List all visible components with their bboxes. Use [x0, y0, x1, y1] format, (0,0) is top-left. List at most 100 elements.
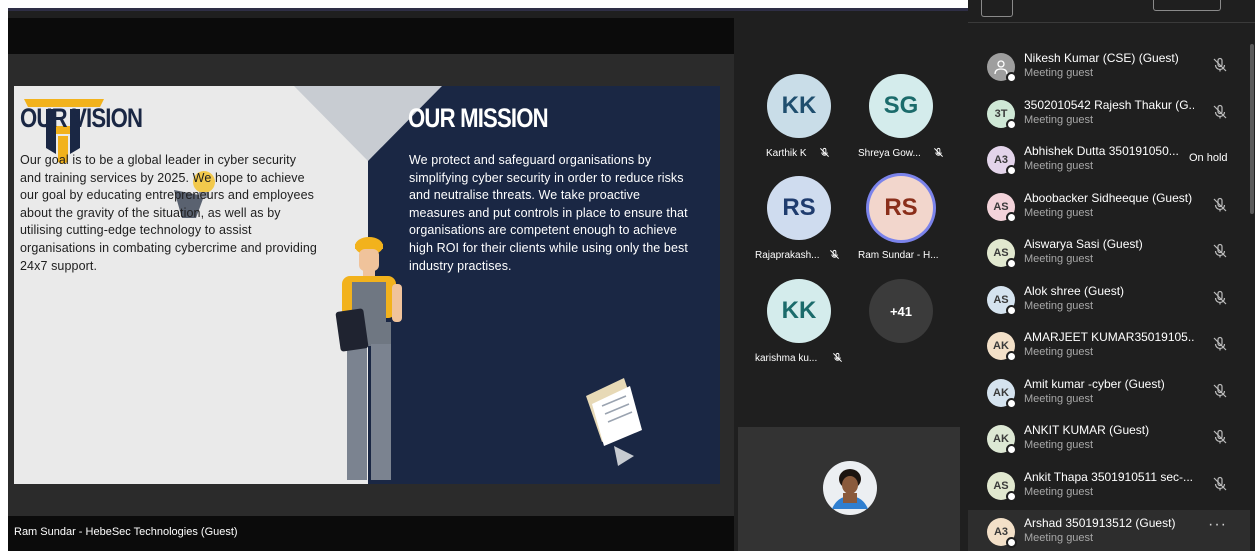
participant-name: Abhishek Dutta 350191050...: [1024, 144, 1179, 158]
participant-name: AMARJEET KUMAR35019105...: [1024, 330, 1194, 344]
participant-row[interactable]: A3 Abhishek Dutta 350191050... Meeting g…: [968, 138, 1250, 184]
participant-role: Meeting guest: [1024, 532, 1094, 544]
panel-action-button[interactable]: [1153, 0, 1221, 11]
vision-text: Our goal is to be a global leader in cyb…: [20, 153, 317, 273]
self-video-tile[interactable]: [738, 427, 960, 551]
panel-tab-button[interactable]: [981, 0, 1013, 17]
presence-status-dot: [1006, 212, 1017, 223]
presence-status-dot: [1006, 444, 1017, 455]
vision-title: OUR VISION: [20, 103, 143, 133]
participant-role: Meeting guest: [1024, 439, 1094, 451]
presence-status-dot: [1006, 491, 1017, 502]
presence-status-dot: [1006, 398, 1017, 409]
participant-role: Meeting guest: [1024, 207, 1094, 219]
mic-off-icon: [1213, 104, 1227, 119]
participant-row[interactable]: AS Alok shree (Guest) Meeting guest: [968, 278, 1250, 324]
tile-avatar[interactable]: RS: [767, 176, 831, 240]
participant-name: ANKIT KUMAR (Guest): [1024, 423, 1150, 437]
participant-name: Aboobacker Sidheeque (Guest): [1024, 191, 1193, 205]
mic-off-icon: [1213, 243, 1227, 258]
participant-name: Amit kumar -cyber (Guest): [1024, 377, 1165, 391]
participant-role: Meeting guest: [1024, 67, 1094, 79]
participant-name: Aiswarya Sasi (Guest): [1024, 237, 1143, 251]
person-icon: [994, 60, 1008, 75]
video-tiles-grid: KK Karthik K SG Shreya Gow... RS Rajapra…: [738, 18, 960, 423]
presenter-name: Ram Sundar - HebeSec Technologies (Guest…: [14, 526, 238, 538]
participant-row[interactable]: AK Amit kumar -cyber (Guest) Meeting gue…: [968, 371, 1250, 417]
participant-initials: 3T: [994, 108, 1008, 120]
mission-text: We protect and safeguard organisations b…: [409, 153, 688, 273]
participant-row[interactable]: Nikesh Kumar (CSE) (Guest) Meeting guest: [968, 45, 1250, 91]
overflow-count: +41: [889, 303, 913, 319]
tile-initials: RS: [782, 194, 816, 221]
presence-status-dot: [1006, 305, 1017, 316]
tile-name: karishma ku...: [755, 353, 818, 364]
mic-off-icon: [1213, 383, 1227, 398]
participant-name: Alok shree (Guest): [1024, 284, 1125, 298]
participant-role: Meeting guest: [1024, 160, 1094, 172]
mic-off-icon: [1213, 476, 1227, 491]
tile-initials: KK: [781, 92, 817, 119]
mission-title: OUR MISSION: [408, 103, 549, 133]
participant-initials: AS: [993, 201, 1009, 213]
tile-initials: RS: [884, 194, 918, 221]
tile-avatar[interactable]: SG: [869, 74, 933, 138]
presence-status-dot: [1006, 537, 1017, 548]
more-participants-button[interactable]: +41: [869, 279, 933, 343]
mic-off-icon: [1213, 429, 1227, 444]
participant-initials: A3: [993, 154, 1009, 166]
tile-name: Rajaprakash...: [755, 250, 820, 261]
participant-initials: AS: [993, 294, 1009, 306]
presence-status-dot: [1006, 165, 1017, 176]
mic-off-icon: [833, 352, 842, 362]
tile-name: Ram Sundar - H...: [858, 250, 939, 261]
tile-avatar-speaking[interactable]: RS: [869, 176, 933, 240]
panel-divider: [968, 22, 1255, 23]
self-photo-avatar: [823, 461, 877, 515]
presentation-slide: [14, 86, 720, 484]
tile-initials: KK: [781, 297, 817, 324]
participant-name: Arshad 3501913512 (Guest): [1024, 516, 1176, 530]
tile-avatar[interactable]: KK: [767, 279, 831, 343]
tile-avatar[interactable]: KK: [767, 74, 831, 138]
participant-row[interactable]: 3T 3502010542 Rajesh Thakur (G... Meetin…: [968, 92, 1250, 138]
mic-off-icon: [830, 249, 839, 259]
on-hold-label: On hold: [1189, 152, 1228, 164]
participant-initials: A3: [993, 526, 1009, 538]
participant-row[interactable]: AS Aboobacker Sidheeque (Guest) Meeting …: [968, 185, 1250, 231]
mic-off-icon: [1213, 336, 1227, 351]
participant-role: Meeting guest: [1024, 114, 1094, 126]
more-options-button[interactable]: ···: [1208, 516, 1227, 534]
participant-role: Meeting guest: [1024, 346, 1094, 358]
mic-off-icon: [820, 147, 829, 157]
participant-row[interactable]: AS Aiswarya Sasi (Guest) Meeting guest: [968, 231, 1250, 277]
participant-row[interactable]: AK ANKIT KUMAR (Guest) Meeting guest: [968, 417, 1250, 463]
shared-screen-header-band: [8, 18, 734, 54]
presence-status-dot: [1006, 72, 1017, 83]
presence-status-dot: [1006, 119, 1017, 130]
participant-role: Meeting guest: [1024, 486, 1094, 498]
participant-name: Ankit Thapa 3501910511 sec-...: [1024, 470, 1194, 484]
mic-off-icon: [1213, 197, 1227, 212]
participant-initials: AK: [993, 387, 1009, 399]
participant-role: Meeting guest: [1024, 393, 1094, 405]
participant-row-hovered[interactable]: A3 Arshad 3501913512 (Guest) Meeting gue…: [968, 510, 1250, 551]
tile-name: Karthik K: [766, 148, 807, 159]
participant-initials: AS: [993, 480, 1009, 492]
participant-initials: AK: [993, 340, 1009, 352]
participant-role: Meeting guest: [1024, 253, 1094, 265]
tile-name: Shreya Gow...: [858, 148, 921, 159]
mic-off-icon: [1213, 290, 1227, 305]
documents-icon: [586, 378, 642, 466]
participant-row[interactable]: AK AMARJEET KUMAR35019105... Meeting gue…: [968, 324, 1250, 370]
participant-initials: AK: [993, 433, 1009, 445]
panel-scrollbar[interactable]: [1250, 44, 1254, 214]
tile-initials: SG: [883, 92, 919, 119]
mic-off-icon: [934, 147, 943, 157]
participant-name: 3502010542 Rajesh Thakur (G...: [1024, 98, 1194, 112]
slide-decoration: [24, 86, 642, 480]
presence-status-dot: [1006, 258, 1017, 269]
participant-row[interactable]: AS Ankit Thapa 3501910511 sec-... Meetin…: [968, 464, 1250, 510]
participant-name: Nikesh Kumar (CSE) (Guest): [1024, 51, 1179, 65]
presence-status-dot: [1006, 351, 1017, 362]
